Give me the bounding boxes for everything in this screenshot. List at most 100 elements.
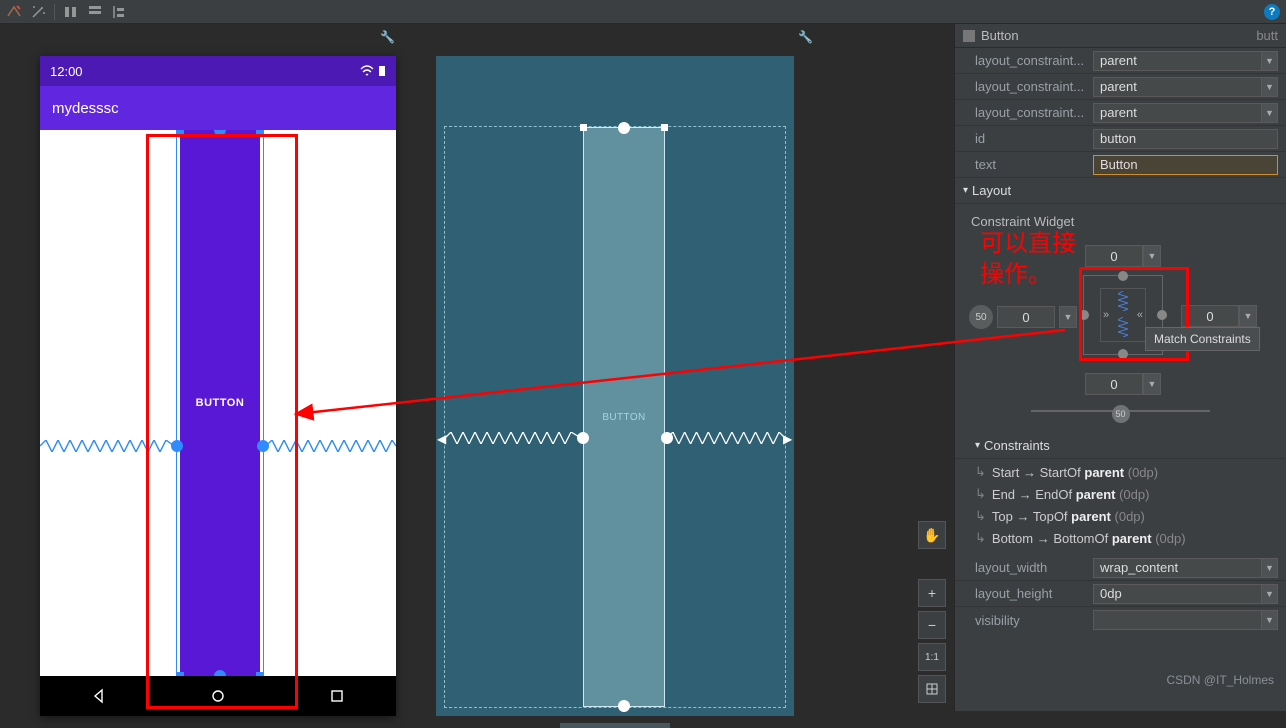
bias-h-knob[interactable]: 50	[1112, 405, 1130, 423]
bp-spring-right	[667, 432, 785, 444]
attr-label: layout_constraint...	[975, 79, 1093, 94]
zoom-in-button[interactable]: +	[918, 579, 946, 607]
pan-button[interactable]: ✋	[918, 521, 946, 549]
blueprint-preview[interactable]: BUTTON ◀ ▶	[436, 56, 794, 716]
constraint-handle-left[interactable]	[171, 440, 183, 452]
attr-row: layout_constraint... parent ▼	[955, 74, 1286, 100]
bp-spring-left	[445, 432, 581, 444]
attr-row: visibility ▼	[955, 607, 1286, 633]
margin-bottom-input[interactable]: 0	[1085, 373, 1143, 395]
attr-row: id button	[955, 126, 1286, 152]
app-bar: mydesssc	[40, 86, 396, 130]
dropdown-icon[interactable]: ▼	[1143, 245, 1161, 267]
attr-value[interactable]: parent	[1093, 77, 1262, 97]
bp-handle-bottom[interactable]	[618, 700, 630, 712]
component-type: butt	[1256, 28, 1278, 43]
wrench-icon[interactable]: 🔧	[798, 30, 813, 44]
layout-editor[interactable]: 🔧 🔧 12:00 mydesssc BUTTON	[0, 24, 954, 711]
attr-label: layout_constraint...	[975, 105, 1093, 120]
dropdown-icon[interactable]: ▼	[1262, 558, 1278, 578]
attr-row: layout_height 0dp ▼	[955, 581, 1286, 607]
zoom-expand-button[interactable]	[918, 675, 946, 703]
recents-icon[interactable]	[329, 688, 345, 704]
margin-right-input[interactable]: 0	[1181, 305, 1239, 327]
attr-label: text	[975, 157, 1093, 172]
magic-wand-icon[interactable]	[30, 4, 46, 20]
align-icon-2[interactable]	[87, 4, 103, 20]
bias-h-slider[interactable]: 50	[1031, 405, 1210, 417]
zoom-fit-button[interactable]: 1:1	[918, 643, 946, 671]
constraints-section-header[interactable]: ▾ Constraints	[955, 433, 1286, 459]
constraint-handle-right[interactable]	[257, 440, 269, 452]
blueprint-layout-bounds[interactable]: BUTTON ◀ ▶	[444, 126, 786, 708]
blueprint-button-widget[interactable]: BUTTON	[583, 127, 665, 707]
spring-left	[40, 440, 174, 452]
constraint-handle-bottom[interactable]	[214, 670, 226, 676]
constraint-arrow-icon: ↳	[975, 508, 986, 524]
constraint-arrow-icon: ↳	[975, 464, 986, 480]
attr-value[interactable]: wrap_content	[1093, 558, 1262, 578]
zoom-controls: ✋ + − 1:1	[918, 521, 946, 703]
attr-label: layout_width	[975, 560, 1093, 575]
constraint-arrow-icon: ↳	[975, 530, 986, 546]
blueprint-button-text: BUTTON	[602, 412, 645, 423]
bias-v-knob[interactable]: 50	[969, 305, 993, 329]
dropdown-icon[interactable]: ▼	[1239, 305, 1257, 327]
dropdown-icon[interactable]: ▼	[1262, 77, 1278, 97]
margin-top-input[interactable]: 0	[1085, 245, 1143, 267]
constraint-item[interactable]: ↳ Start → StartOf parent (0dp)	[955, 461, 1286, 483]
wrench-icon[interactable]: 🔧	[380, 30, 395, 44]
section-title: Constraints	[984, 438, 1050, 453]
cw-handle-top[interactable]	[1118, 271, 1128, 281]
layout-section-header[interactable]: ▾ Layout	[955, 178, 1286, 204]
constraint-tooltip: Match Constraints	[1145, 327, 1260, 351]
vspring-top	[1117, 291, 1129, 313]
attr-row: layout_constraint... parent ▼	[955, 48, 1286, 74]
margin-left-input[interactable]: 0	[997, 306, 1055, 328]
system-nav-bar	[40, 676, 396, 716]
app-title: mydesssc	[52, 100, 119, 117]
cw-handle-bottom[interactable]	[1118, 349, 1128, 359]
toolbar-icon-1[interactable]	[6, 4, 22, 20]
dropdown-icon[interactable]: ▼	[1262, 584, 1278, 604]
attr-value[interactable]: 0dp	[1093, 584, 1262, 604]
bp-arrow-right: ▶	[783, 432, 793, 444]
dropdown-icon[interactable]: ▼	[1262, 103, 1278, 123]
constraint-item[interactable]: ↳ End → EndOf parent (0dp)	[955, 483, 1286, 505]
blueprint-scroll-thumb[interactable]	[560, 723, 670, 728]
attr-value-highlight[interactable]: Button	[1093, 155, 1278, 175]
zoom-out-button[interactable]: −	[918, 611, 946, 639]
align-icon-3[interactable]	[111, 4, 127, 20]
clock: 12:00	[50, 64, 83, 79]
design-preview[interactable]: 12:00 mydesssc BUTTON	[40, 56, 396, 716]
dropdown-icon[interactable]: ▼	[1262, 610, 1278, 630]
dropdown-icon[interactable]: ▼	[1262, 51, 1278, 71]
cw-handle-right[interactable]	[1157, 310, 1167, 320]
chevron-down-icon: ▾	[963, 185, 968, 196]
attr-value[interactable]: button	[1093, 129, 1278, 149]
attr-row: layout_constraint... parent ▼	[955, 100, 1286, 126]
spring-right	[266, 440, 396, 452]
constraint-item[interactable]: ↳ Bottom → BottomOf parent (0dp)	[955, 527, 1286, 549]
content-area[interactable]: BUTTON	[40, 130, 396, 676]
dropdown-icon[interactable]: ▼	[1143, 373, 1161, 395]
back-icon[interactable]	[91, 688, 107, 704]
align-icon-1[interactable]	[63, 4, 79, 20]
chevrons-right-icon: »	[1103, 309, 1109, 321]
help-icon[interactable]: ?	[1264, 4, 1280, 20]
attr-value[interactable]: parent	[1093, 51, 1262, 71]
component-icon	[963, 30, 975, 42]
dropdown-icon[interactable]: ▼	[1059, 306, 1077, 328]
attr-label: layout_constraint...	[975, 53, 1093, 68]
constraint-item[interactable]: ↳ Top → TopOf parent (0dp)	[955, 505, 1286, 527]
annotation-text: 可以直接 操作。	[980, 228, 1076, 290]
bp-handle-top[interactable]	[618, 122, 630, 134]
constraint-widget-title: Constraint Widget	[971, 214, 1270, 229]
attr-row: layout_width wrap_content ▼	[955, 555, 1286, 581]
watermark: CSDN @IT_Holmes	[1166, 673, 1274, 687]
home-icon[interactable]	[210, 688, 226, 704]
attr-value[interactable]: parent	[1093, 103, 1262, 123]
cw-handle-left[interactable]	[1079, 310, 1089, 320]
attr-label: layout_height	[975, 586, 1093, 601]
attr-value[interactable]	[1093, 610, 1262, 630]
